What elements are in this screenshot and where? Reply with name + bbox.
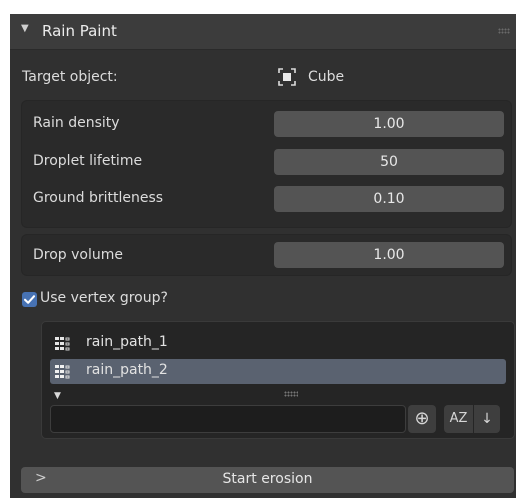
list-item-label: rain_path_2 (86, 362, 168, 378)
checkmark-icon (23, 295, 36, 304)
ground-brittleness-field[interactable]: 0.10 (274, 186, 504, 212)
rain-paint-panel: ▼ Rain Paint Target object: Cube Rain de… (10, 14, 516, 498)
start-erosion-label: Start erosion (222, 471, 313, 487)
panel-header[interactable]: ▼ Rain Paint (10, 14, 516, 50)
droplet-lifetime-field[interactable]: 50 (274, 149, 504, 175)
panel-title: Rain Paint (42, 22, 117, 40)
start-erosion-button[interactable]: > Start erosion (21, 467, 514, 493)
list-item-rain-path-1[interactable]: rain_path_1 (50, 331, 506, 356)
rain-density-field[interactable]: 1.00 (274, 111, 504, 137)
droplet-lifetime-label: Droplet lifetime (33, 153, 143, 169)
target-object-value[interactable]: Cube (308, 69, 344, 85)
object-icon (278, 68, 296, 86)
ground-brittleness-label: Ground brittleness (33, 190, 164, 206)
use-vertex-group-checkbox[interactable] (22, 292, 37, 307)
collapse-arrow-icon[interactable]: ▼ (21, 23, 29, 34)
target-object-label: Target object: (22, 69, 118, 85)
add-item-icon[interactable]: ⊕ (408, 405, 436, 433)
drop-volume-field[interactable]: 1.00 (274, 242, 504, 268)
rain-params-box: Rain density 1.00 Droplet lifetime 50 Gr… (21, 100, 512, 228)
list-expand-arrow-icon[interactable]: ▼ (54, 391, 61, 401)
vertex-group-icon (55, 336, 71, 352)
rain-density-label: Rain density (33, 115, 120, 131)
target-object-row: Target object: Cube (10, 66, 516, 92)
list-filter-input[interactable] (50, 405, 406, 433)
sort-direction-icon[interactable]: ↓ (474, 405, 500, 433)
vertex-group-icon (55, 364, 71, 380)
drag-grip-icon[interactable] (498, 28, 510, 34)
vertex-group-list: rain_path_1 rain_path_2 ▼ ⊕ AZ ↓ (41, 321, 515, 439)
list-resize-grip-icon[interactable] (284, 391, 298, 397)
use-vertex-group-label[interactable]: Use vertex group? (40, 290, 168, 306)
drop-volume-box: Drop volume 1.00 (21, 234, 512, 276)
list-item-rain-path-2[interactable]: rain_path_2 (50, 359, 506, 384)
drop-volume-label: Drop volume (33, 247, 123, 263)
sort-alpha-icon[interactable]: AZ (444, 405, 473, 433)
list-item-label: rain_path_1 (86, 334, 168, 350)
